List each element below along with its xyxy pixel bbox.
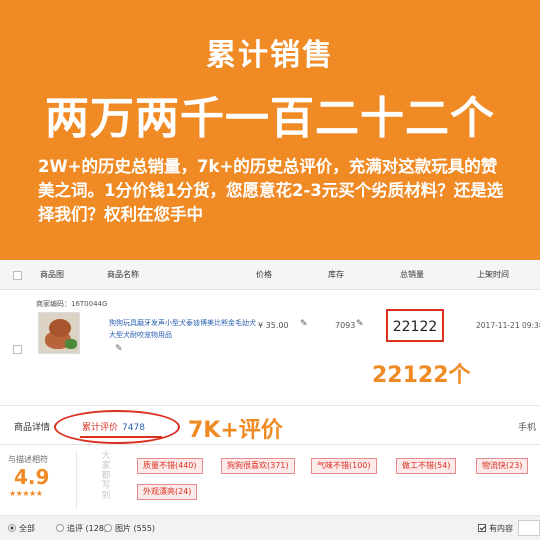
promo-banner: 累计销售 两万两千一百二十二个 2W+的历史总销量，7k+的历史总评价，充满对这… xyxy=(0,0,540,260)
banner-description: 2W+的历史总销量，7k+的历史总评价，充满对这款玩具的赞美之词。1分价钱1分货… xyxy=(38,157,504,224)
header-listed-time: 上架时间 xyxy=(477,270,509,279)
sort-dropdown[interactable] xyxy=(518,520,540,536)
review-tag[interactable]: 质量不错(440) xyxy=(137,458,203,474)
rating-divider xyxy=(76,451,77,509)
tab-mobile[interactable]: 手机 xyxy=(518,420,536,433)
sales-callout: 22122个 xyxy=(372,363,471,388)
filter-followup-label: 追评 (128) xyxy=(67,524,108,533)
edit-title-pencil-icon[interactable]: ✎ xyxy=(115,344,123,354)
checkbox-checked-icon xyxy=(478,524,486,532)
radio-icon xyxy=(56,524,64,532)
header-name: 商品名称 xyxy=(107,270,139,279)
table-row: 商家编码：16T0044G 狗狗玩具磨牙发声小型犬泰迪博美比熊金毛幼犬大型犬耐咬… xyxy=(0,290,540,405)
table-header: 商品图 商品名称 价格 库存 总销量 上架时间 xyxy=(0,260,540,290)
rating-label: 与描述相符 xyxy=(8,455,48,464)
header-price: 价格 xyxy=(256,270,272,279)
detail-tabs: 商品详情 累计评价 7478 7K+评价 手机 xyxy=(0,405,540,445)
merchant-code: 商家编码：16T0044G xyxy=(36,300,108,308)
filter-images-label: 图片 (555) xyxy=(115,524,156,533)
product-table: 商品图 商品名称 价格 库存 总销量 上架时间 商家编码：16T0044G 狗狗… xyxy=(0,260,540,405)
filter-has-content[interactable]: 有内容 xyxy=(478,523,513,534)
banner-headline: 两万两千一百二十二个 xyxy=(45,93,495,144)
row-checkbox[interactable] xyxy=(13,345,22,354)
select-all-checkbox[interactable] xyxy=(13,271,22,280)
header-image: 商品图 xyxy=(40,270,64,279)
sales-highlight-box: 22122 xyxy=(386,309,444,342)
filter-has-content-label: 有内容 xyxy=(489,524,513,533)
edit-stock-pencil-icon[interactable]: ✎ xyxy=(356,319,364,329)
filter-images[interactable]: 图片 (555) xyxy=(104,523,155,534)
rating-stars-icon: ★★★★★ xyxy=(9,489,43,498)
filter-all[interactable]: 全部 xyxy=(8,523,35,534)
radio-icon xyxy=(104,524,112,532)
tab-product-detail[interactable]: 商品详情 xyxy=(14,420,50,433)
product-stock: 7093 xyxy=(335,321,356,330)
review-tag[interactable]: 狗狗很喜欢(371) xyxy=(221,458,295,474)
toy-shape xyxy=(65,339,77,349)
review-tag[interactable]: 做工不错(54) xyxy=(396,458,457,474)
review-tag[interactable]: 气味不错(100) xyxy=(311,458,377,474)
review-filter-bar: 全部 追评 (128) 图片 (555) 有内容 xyxy=(0,515,540,540)
review-highlight-oval xyxy=(54,410,180,444)
rating-summary: 与描述相符 4.9 ★★★★★ 大家都写到 质量不错(440) 狗狗很喜欢(37… xyxy=(0,445,540,515)
filter-all-label: 全部 xyxy=(19,524,35,533)
review-tag[interactable]: 物流快(23) xyxy=(476,458,529,474)
total-sales-value: 22122 xyxy=(392,319,438,335)
product-price: ¥ 35.00 xyxy=(258,321,289,330)
impression-label: 大家都写到 xyxy=(101,451,111,501)
radio-selected-icon xyxy=(8,524,16,532)
listed-time: 2017-11-21 09:38 xyxy=(476,321,540,330)
filter-followup[interactable]: 追评 (128) xyxy=(56,523,107,534)
dog-head-shape xyxy=(49,319,71,337)
header-sales: 总销量 xyxy=(400,270,424,279)
rating-score: 4.9 xyxy=(14,465,50,489)
product-thumbnail[interactable] xyxy=(38,312,80,354)
edit-price-pencil-icon[interactable]: ✎ xyxy=(300,319,308,329)
header-stock: 库存 xyxy=(328,270,344,279)
product-title-link[interactable]: 狗狗玩具磨牙发声小型犬泰迪博美比熊金毛幼犬大型犬耐咬宠物用品 xyxy=(109,317,259,341)
review-callout: 7K+评价 xyxy=(188,418,283,443)
banner-title: 累计销售 xyxy=(206,38,334,73)
review-tag[interactable]: 外观漂亮(24) xyxy=(137,484,198,500)
